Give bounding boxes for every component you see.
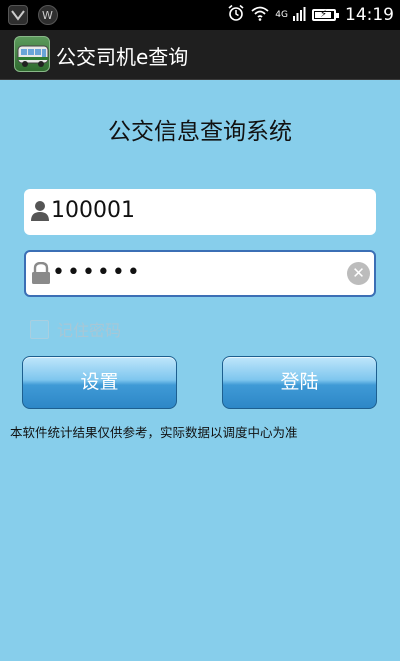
remember-password-label: 记住密码 bbox=[57, 321, 122, 340]
alarm-icon bbox=[227, 4, 245, 26]
network-type-label: 4G bbox=[275, 10, 288, 20]
login-button[interactable]: 登陆 bbox=[222, 356, 377, 409]
wifi-icon bbox=[250, 5, 270, 25]
app-title: 公交司机e查询 bbox=[56, 45, 189, 69]
page-title: 公交信息查询系统 bbox=[108, 119, 292, 145]
lock-icon bbox=[31, 261, 51, 284]
status-left: W bbox=[8, 5, 58, 25]
charging-bolt-icon: ⚡ bbox=[320, 9, 328, 20]
bus-icon bbox=[14, 36, 50, 72]
disclaimer-text: 本软件统计结果仅供参考，实际数据以调度中心为准 bbox=[10, 425, 298, 440]
password-value: •••••• bbox=[52, 260, 142, 285]
svg-text:W: W bbox=[42, 9, 53, 22]
app-title-bar: 公交司机e查询 bbox=[0, 30, 400, 80]
clear-icon[interactable]: ✕ bbox=[347, 262, 370, 285]
settings-button[interactable]: 设置 bbox=[22, 356, 177, 409]
status-right: 4G ⚡ 14:19 bbox=[227, 4, 394, 26]
signal-icon bbox=[293, 6, 307, 25]
remember-password-option[interactable]: 记住密码 bbox=[30, 317, 121, 341]
user-icon bbox=[30, 200, 50, 222]
username-value: 100001 bbox=[51, 198, 135, 223]
remember-password-checkbox[interactable] bbox=[30, 319, 49, 339]
username-field[interactable]: 100001 bbox=[24, 189, 376, 235]
notification-app-icon-2: W bbox=[38, 5, 58, 25]
password-field[interactable]: •••••• ✕ bbox=[24, 250, 376, 297]
notification-app-icon bbox=[8, 5, 28, 25]
battery-icon: ⚡ bbox=[312, 9, 339, 21]
status-bar: W 4G ⚡ 14:19 bbox=[0, 0, 400, 30]
clock: 14:19 bbox=[345, 5, 394, 25]
